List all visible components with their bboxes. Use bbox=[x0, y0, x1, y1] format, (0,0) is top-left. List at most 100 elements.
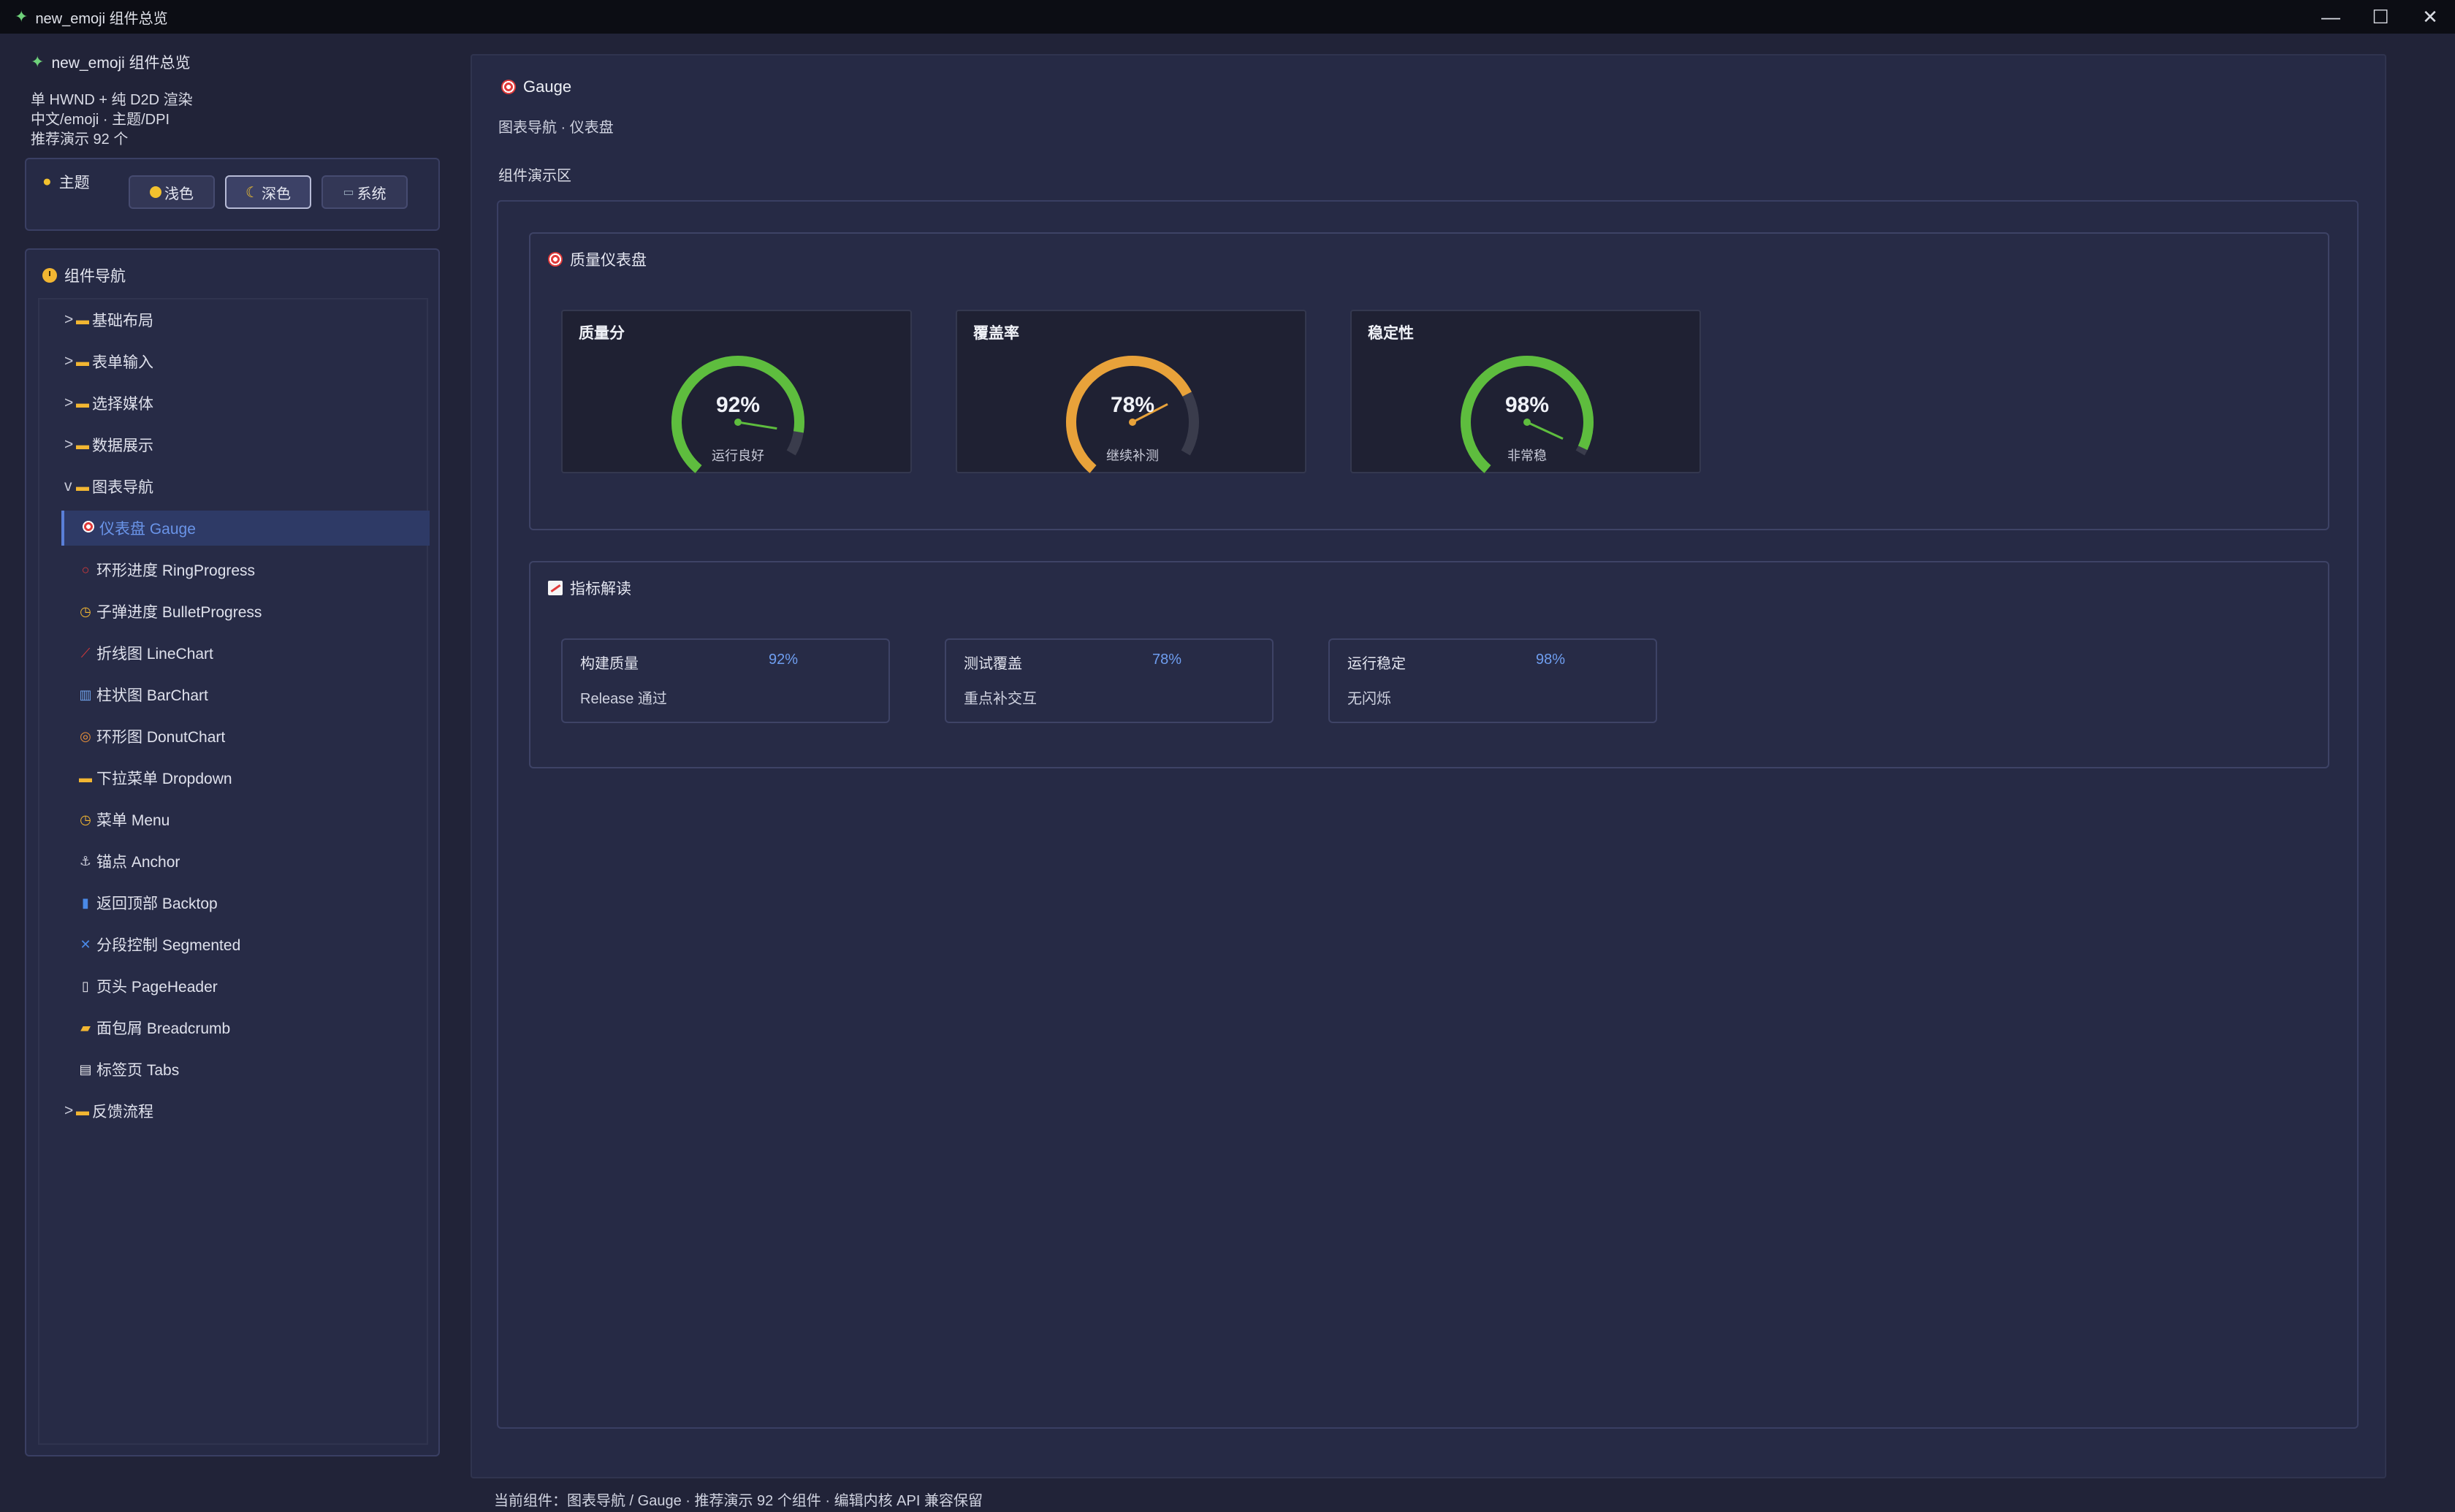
nav-item-barchart[interactable]: ▥ 柱状图 BarChart bbox=[77, 677, 208, 712]
demo-area: 质量仪表盘 质量分 92% 运行良好 覆盖率 78% 继续补测 稳定性 98% … bbox=[497, 200, 2359, 1429]
main-panel: Gauge 图表导航 · 仪表盘 组件演示区 质量仪表盘 质量分 92% 运行良… bbox=[471, 54, 2386, 1478]
desc-line: 中文/emoji · 主题/DPI bbox=[31, 112, 170, 128]
folder-icon: ▬ bbox=[76, 1103, 89, 1118]
metric-runtime-stability: 运行稳定 98% 无闪烁 bbox=[1328, 638, 1657, 723]
nav-group-data[interactable]: > ▬ 数据展示 bbox=[64, 427, 153, 462]
metric-name: 测试覆盖 bbox=[964, 656, 1022, 672]
theme-label-text: 主题 bbox=[58, 175, 90, 191]
nav-group-form[interactable]: > ▬ 表单输入 bbox=[64, 344, 153, 379]
chevron-right-icon: > bbox=[64, 436, 74, 453]
chevron-right-icon: > bbox=[64, 353, 74, 370]
sparkle-icon: ✦ bbox=[31, 53, 45, 71]
gauge-svg: 98% 非常稳 bbox=[1461, 356, 1594, 473]
nav-item-label: 分段控制 Segmented bbox=[96, 937, 241, 954]
nav-item-backtop[interactable]: ▮ 返回顶部 Backtop bbox=[77, 885, 218, 920]
metrics-card: 指标解读 构建质量 92% Release 通过 测试覆盖 78% 重点补交互 … bbox=[529, 561, 2329, 768]
nav-item-breadcrumb[interactable]: ▰ 面包屑 Breadcrumb bbox=[77, 1010, 230, 1045]
folder-icon: ▬ bbox=[76, 478, 89, 494]
folder-icon: ▬ bbox=[76, 395, 89, 411]
maximize-button[interactable]: ☐ bbox=[2356, 0, 2405, 34]
target-icon bbox=[548, 252, 563, 267]
metric-name: 运行稳定 bbox=[1347, 656, 1406, 672]
nav-group-label: 表单输入 bbox=[92, 354, 153, 371]
sun-icon bbox=[150, 186, 161, 198]
metric-desc: 重点补交互 bbox=[964, 691, 1037, 707]
ring-icon: ○ bbox=[81, 562, 90, 577]
folder-icon: ▬ bbox=[76, 354, 89, 369]
gauge-coverage: 覆盖率 78% 继续补测 bbox=[956, 310, 1306, 473]
gauge-hub bbox=[734, 419, 742, 426]
nav-item-menu[interactable]: ◷ 菜单 Menu bbox=[77, 802, 170, 837]
nav-group-layout[interactable]: > ▬ 基础布局 bbox=[64, 302, 153, 337]
minimize-button[interactable]: — bbox=[2306, 0, 2356, 34]
metric-build-quality: 构建质量 92% Release 通过 bbox=[561, 638, 890, 723]
nav-panel: 组件导航 > ▬ 基础布局 > ▬ 表单输入 > ▬ 选择媒体 > ▬ 数据展示 v ▬ 图表导航 … bbox=[25, 248, 440, 1456]
nav-item-bulletprogress[interactable]: ◷ 子弹进度 BulletProgress bbox=[77, 594, 262, 629]
close-button[interactable]: ✕ bbox=[2405, 0, 2455, 34]
nav-group-chart[interactable]: v ▬ 图表导航 bbox=[64, 469, 153, 504]
gauge-caption: 运行良好 bbox=[712, 448, 764, 463]
sidebar-description: 单 HWND + 纯 D2D 渲染 中文/emoji · 主题/DPI 推荐演示… bbox=[31, 91, 193, 150]
nav-item-donutchart[interactable]: ◎ 环形图 DonutChart bbox=[77, 719, 225, 754]
page-subtitle: 图表导航 · 仪表盘 bbox=[498, 120, 614, 136]
shuffle-icon: ✕ bbox=[80, 936, 91, 952]
gauge-hub bbox=[1129, 419, 1136, 426]
nav-item-pageheader[interactable]: ▯ 页头 PageHeader bbox=[77, 969, 218, 1004]
target-icon bbox=[501, 80, 516, 94]
tabs-icon: ▤ bbox=[79, 1061, 92, 1077]
nav-item-gauge[interactable]: 仪表盘 Gauge bbox=[61, 511, 430, 546]
nav-item-ringprogress[interactable]: ○ 环形进度 RingProgress bbox=[77, 552, 256, 587]
nav-item-segmented[interactable]: ✕ 分段控制 Segmented bbox=[77, 927, 240, 962]
gauge-needle bbox=[1526, 421, 1564, 440]
clock-icon: ◷ bbox=[80, 812, 91, 827]
nav-item-label: 下拉菜单 Dropdown bbox=[96, 771, 232, 787]
metric-desc: Release 通过 bbox=[580, 691, 667, 707]
nav-item-label: 返回顶部 Backtop bbox=[96, 896, 218, 912]
desc-line: 推荐演示 92 个 bbox=[31, 131, 129, 148]
theme-light-button[interactable]: 浅色 bbox=[129, 175, 215, 209]
nav-group-label: 数据展示 bbox=[92, 438, 153, 454]
nav-group-feedback[interactable]: > ▬ 反馈流程 bbox=[64, 1093, 153, 1129]
nav-item-label: 环形进度 RingProgress bbox=[96, 562, 256, 579]
line-chart-icon bbox=[548, 581, 563, 595]
nav-tree[interactable]: > ▬ 基础布局 > ▬ 表单输入 > ▬ 选择媒体 > ▬ 数据展示 v ▬ 图表导航 仪表盘 G… bbox=[38, 298, 430, 1445]
chevron-down-icon: v bbox=[64, 478, 72, 495]
window-title: new_emoji 组件总览 bbox=[35, 10, 168, 27]
nav-item-tabs[interactable]: ▤ 标签页 Tabs bbox=[77, 1052, 179, 1087]
nav-item-anchor[interactable]: ⚓ 锚点 Anchor bbox=[77, 844, 180, 879]
chevron-right-icon: > bbox=[64, 1102, 74, 1119]
laptop-icon: ▭ bbox=[343, 186, 354, 199]
theme-panel: ● 主题 浅色 ☾ 深色 ▭ 系统 bbox=[25, 158, 440, 231]
nav-item-label: 子弹进度 BulletProgress bbox=[96, 604, 262, 621]
theme-system-button[interactable]: ▭ 系统 bbox=[321, 175, 408, 209]
nav-title: 组件导航 bbox=[42, 264, 126, 286]
folder-icon: ▬ bbox=[79, 770, 92, 785]
nav-item-dropdown[interactable]: ▬ 下拉菜单 Dropdown bbox=[77, 760, 232, 795]
target-icon bbox=[80, 520, 96, 536]
nav-item-label: 菜单 Menu bbox=[96, 812, 170, 829]
metric-value: 92% bbox=[769, 652, 799, 668]
nav-item-label: 柱状图 BarChart bbox=[96, 687, 208, 704]
gauge-needle bbox=[737, 421, 777, 430]
nav-item-linechart[interactable]: ⟋ 折线图 LineChart bbox=[77, 635, 213, 671]
theme-dark-label: 深色 bbox=[261, 186, 291, 202]
theme-light-label: 浅色 bbox=[164, 186, 194, 202]
demo-area-label: 组件演示区 bbox=[498, 168, 571, 184]
theme-dark-button[interactable]: ☾ 深色 bbox=[225, 175, 311, 209]
nav-group-media[interactable]: > ▬ 选择媒体 bbox=[64, 386, 153, 421]
nav-group-label: 反馈流程 bbox=[92, 1104, 153, 1120]
nav-group-label: 选择媒体 bbox=[92, 396, 153, 413]
gauge-svg: 92% 运行良好 bbox=[671, 356, 804, 473]
gauge-value: 98% bbox=[1505, 393, 1549, 417]
nav-item-label: 仪表盘 Gauge bbox=[99, 521, 196, 538]
gauge-value: 78% bbox=[1111, 393, 1154, 417]
gauge-card-title: 质量仪表盘 bbox=[548, 248, 647, 270]
metric-name: 构建质量 bbox=[580, 656, 639, 672]
window-controls: — ☐ ✕ bbox=[2306, 0, 2455, 34]
gauge-hub bbox=[1523, 419, 1531, 426]
gauge-quality: 质量分 92% 运行良好 bbox=[561, 310, 912, 473]
nav-item-label: 锚点 Anchor bbox=[96, 854, 180, 871]
sidebar-header: ✦ new_emoji 组件总览 bbox=[31, 51, 191, 73]
line-chart-icon: ⟋ bbox=[80, 645, 91, 660]
gauge-card: 质量仪表盘 质量分 92% 运行良好 覆盖率 78% 继续补测 稳定性 98% … bbox=[529, 232, 2329, 530]
